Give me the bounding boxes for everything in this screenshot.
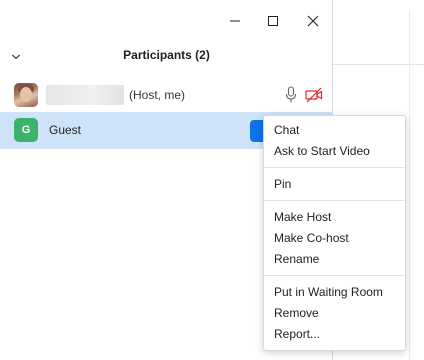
- minimize-button[interactable]: [220, 8, 250, 34]
- menu-separator: [264, 167, 405, 168]
- close-icon: [307, 15, 319, 27]
- video-off-icon[interactable]: [305, 87, 323, 103]
- close-button[interactable]: [298, 8, 328, 34]
- menu-separator: [264, 275, 405, 276]
- menu-item-make-host[interactable]: Make Host: [264, 207, 405, 228]
- background-window-edge: [409, 10, 410, 360]
- menu-item-make-co-host[interactable]: Make Co-host: [264, 228, 405, 249]
- host-avatar: [14, 83, 38, 107]
- window-titlebar: [0, 0, 333, 42]
- menu-item-chat[interactable]: Chat: [264, 120, 405, 141]
- redacted-name: [46, 85, 124, 105]
- background-divider: [332, 64, 424, 65]
- menu-item-put-in-waiting-room[interactable]: Put in Waiting Room: [264, 282, 405, 303]
- participants-title: Participants (2): [123, 48, 210, 62]
- menu-item-remove[interactable]: Remove: [264, 303, 405, 324]
- participant-row-host[interactable]: (Host, me): [0, 77, 333, 113]
- menu-item-ask-to-start-video[interactable]: Ask to Start Video: [264, 141, 405, 162]
- participant-context-menu: Chat Ask to Start Video Pin Make Host Make C…: [263, 115, 406, 351]
- maximize-icon: [268, 16, 278, 26]
- menu-item-report[interactable]: Report...: [264, 324, 405, 345]
- host-role-label: (Host, me): [129, 88, 186, 102]
- maximize-button[interactable]: [258, 8, 288, 34]
- menu-item-rename[interactable]: Rename: [264, 249, 405, 270]
- microphone-icon[interactable]: [285, 86, 297, 104]
- menu-item-pin[interactable]: Pin: [264, 174, 405, 195]
- guest-name: Guest: [49, 123, 82, 137]
- more-button[interactable]: [250, 120, 264, 142]
- minimize-icon: [230, 20, 240, 22]
- app-root: Participants (2) (Host, me) G Guest Chat…: [0, 0, 424, 360]
- menu-separator: [264, 200, 405, 201]
- participants-header: Participants (2): [0, 42, 333, 72]
- guest-avatar: G: [14, 118, 38, 142]
